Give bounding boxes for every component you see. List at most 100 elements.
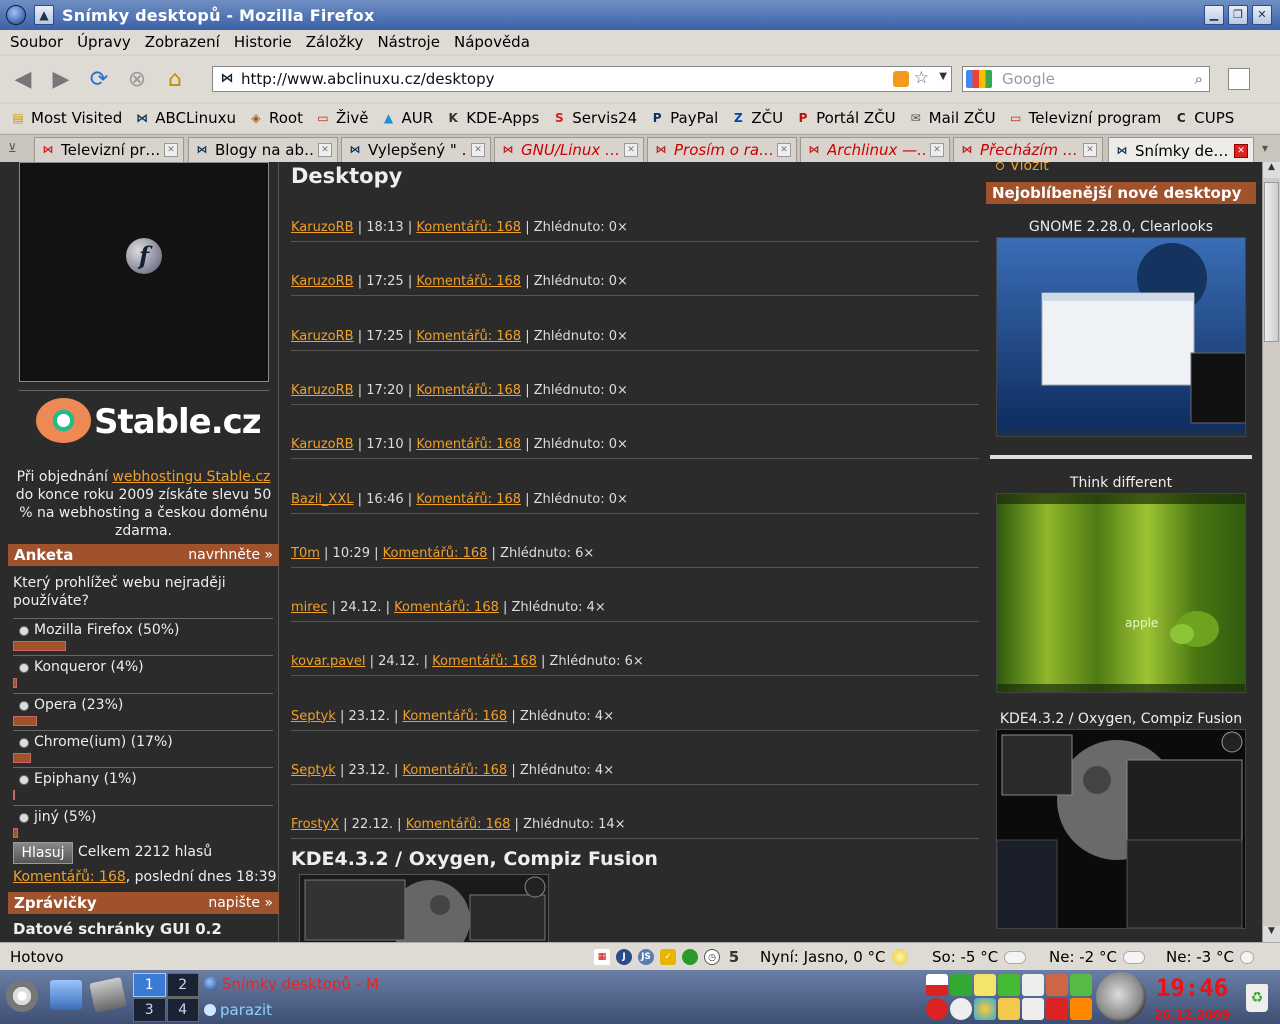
comments-link[interactable]: Komentářů: 168	[403, 763, 508, 778]
tab-2[interactable]: ⋈ Vylepšený " … ✕	[341, 137, 491, 162]
bookmark-5[interactable]: K KDE-Apps	[445, 109, 540, 127]
bookmark-4[interactable]: ▲ AUR	[381, 109, 433, 127]
author-link[interactable]: KaruzoRB	[291, 437, 354, 452]
tab-3[interactable]: ⋈ GNU/Linux … ✕	[494, 137, 644, 162]
comments-link[interactable]: Komentářů: 168	[416, 437, 521, 452]
tab-list-icon[interactable]: ⊻	[8, 141, 17, 155]
clock-date[interactable]: 26.12.2009	[1150, 1008, 1234, 1022]
menu-3[interactable]: Historie	[234, 33, 292, 51]
vote-button[interactable]: Hlasuj	[13, 842, 73, 864]
tab-close-icon[interactable]: ✕	[930, 143, 944, 157]
bookmark-8[interactable]: Z ZČU	[730, 109, 783, 127]
author-link[interactable]: T0m	[291, 546, 320, 561]
radio-button[interactable]	[19, 737, 29, 748]
author-link[interactable]: Bazil_XXL	[291, 492, 354, 507]
news-write-link[interactable]: napište »	[208, 895, 273, 911]
flag-tray-icon[interactable]	[926, 974, 948, 996]
keyboard-icon[interactable]	[1046, 974, 1068, 996]
terminal-icon[interactable]	[89, 977, 127, 1013]
weather-saturday[interactable]: So: -5 °C	[932, 948, 1027, 966]
scroll-thumb[interactable]	[1264, 182, 1279, 342]
tab-close-icon[interactable]: ✕	[624, 143, 638, 157]
search-icon[interactable]: ⌕	[1195, 70, 1203, 88]
shield-icon[interactable]: ✓	[660, 949, 676, 965]
desktop-caption-1[interactable]: GNOME 2.28.0, Clearlooks	[986, 219, 1256, 235]
menu-0[interactable]: Soubor	[10, 33, 63, 51]
tab-1[interactable]: ⋈ Blogy na ab… ✕	[188, 137, 338, 162]
url-text[interactable]: http://www.abclinuxu.cz/desktopy	[241, 70, 495, 88]
comments-link[interactable]: Komentářů: 168	[416, 274, 521, 289]
stable-logo[interactable]: Stable.cz	[36, 394, 262, 464]
vertical-scrollbar[interactable]: ▲ ▼	[1262, 162, 1280, 942]
bookmark-11[interactable]: ▭ Televizní program	[1008, 109, 1161, 127]
flash-ad-box[interactable]: f	[19, 162, 269, 382]
clock-icon[interactable]: ◷	[704, 949, 720, 965]
colors-icon[interactable]	[974, 998, 996, 1020]
close-button[interactable]: ✕	[1252, 5, 1272, 25]
tab-4[interactable]: ⋈ Prosím o ra… ✕	[647, 137, 797, 162]
scroll-up-icon[interactable]: ▲	[1263, 162, 1280, 178]
moon-phase-icon[interactable]	[1096, 972, 1146, 1022]
desktop-caption-2[interactable]: Think different	[986, 475, 1256, 491]
author-link[interactable]: Septyk	[291, 763, 336, 778]
poll-option[interactable]: jiný (5%)	[13, 804, 273, 842]
radio-button[interactable]	[19, 663, 29, 674]
author-link[interactable]: kovar.pavel	[291, 654, 365, 669]
comments-link[interactable]: Komentářů: 168	[416, 329, 521, 344]
menu-1[interactable]: Úpravy	[77, 33, 131, 51]
desktop-thumb-apple[interactable]: apple	[996, 493, 1246, 693]
google-engine-icon[interactable]	[966, 70, 992, 88]
tab-close-icon[interactable]: ✕	[777, 143, 791, 157]
news-item[interactable]: Datové schránky GUI 0.2	[13, 920, 222, 938]
power-icon[interactable]	[926, 998, 948, 1020]
home-button[interactable]: ⌂	[160, 64, 190, 94]
desktop-3[interactable]: 3	[133, 998, 166, 1022]
javascript-icon[interactable]: JS	[638, 949, 654, 965]
pen-icon[interactable]	[1070, 998, 1092, 1020]
featured-desktop-screenshot[interactable]	[299, 874, 549, 942]
file-manager-icon[interactable]	[50, 980, 82, 1010]
update-icon[interactable]	[1070, 974, 1092, 996]
task-parazit[interactable]: parazit	[204, 1001, 272, 1019]
dictionary-icon[interactable]	[998, 974, 1020, 996]
menu-4[interactable]: Záložky	[306, 33, 364, 51]
comments-link[interactable]: Komentářů: 168	[383, 546, 488, 561]
insert-link[interactable]: Vložit	[996, 162, 1049, 174]
menu-2[interactable]: Zobrazení	[145, 33, 220, 51]
scroll-down-icon[interactable]: ▼	[1263, 926, 1280, 942]
desktop-2[interactable]: 2	[166, 973, 199, 997]
firefox-icon[interactable]	[6, 5, 26, 25]
bookmark-10[interactable]: ✉ Mail ZČU	[908, 109, 996, 127]
java-icon[interactable]: J	[616, 949, 632, 965]
acrobat-icon[interactable]	[1046, 998, 1068, 1020]
search-placeholder[interactable]: Google	[1002, 70, 1055, 88]
trash-icon[interactable]: ♻	[1246, 984, 1268, 1012]
webhosting-link[interactable]: webhostingu Stable.cz	[112, 469, 270, 485]
comments-link[interactable]: Komentářů: 168	[403, 709, 508, 724]
desktop-thumb-kde[interactable]	[996, 729, 1246, 929]
radio-button[interactable]	[19, 700, 29, 711]
bookmark-0[interactable]: ▤ Most Visited	[10, 109, 122, 127]
bookmark-3[interactable]: ▭ Živě	[315, 109, 368, 127]
search-bar[interactable]: Google ⌕	[962, 66, 1210, 92]
weather-now[interactable]: Nyní: Jasno, 0 °C	[760, 948, 908, 966]
tab-close-icon[interactable]: ✕	[1083, 143, 1097, 157]
desktop-thumb-gnome[interactable]	[996, 237, 1246, 437]
network-icon[interactable]	[950, 974, 972, 996]
tab-close-icon[interactable]: ✕	[318, 143, 332, 157]
author-link[interactable]: Septyk	[291, 709, 336, 724]
maximize-button[interactable]: ❐	[1228, 5, 1248, 25]
tab-close-icon[interactable]: ✕	[1234, 143, 1248, 158]
menu-6[interactable]: Nápověda	[454, 33, 530, 51]
featured-desktop-title[interactable]: KDE4.3.2 / Oxygen, Compiz Fusion	[291, 848, 658, 870]
author-link[interactable]: KaruzoRB	[291, 329, 354, 344]
radio-button[interactable]	[19, 775, 29, 786]
author-link[interactable]: FrostyX	[291, 817, 339, 832]
lock-icon[interactable]	[998, 998, 1020, 1020]
minimize-button[interactable]: ▁	[1204, 5, 1224, 25]
tab-7[interactable]: ⋈ Snímky de… ✕	[1108, 137, 1254, 163]
radio-button[interactable]	[19, 626, 29, 636]
poll-option[interactable]: Epiphany (1%)	[13, 767, 273, 804]
bookmark-7[interactable]: P PayPal	[649, 109, 719, 127]
poll-option[interactable]: Konqueror (4%)	[13, 655, 273, 692]
